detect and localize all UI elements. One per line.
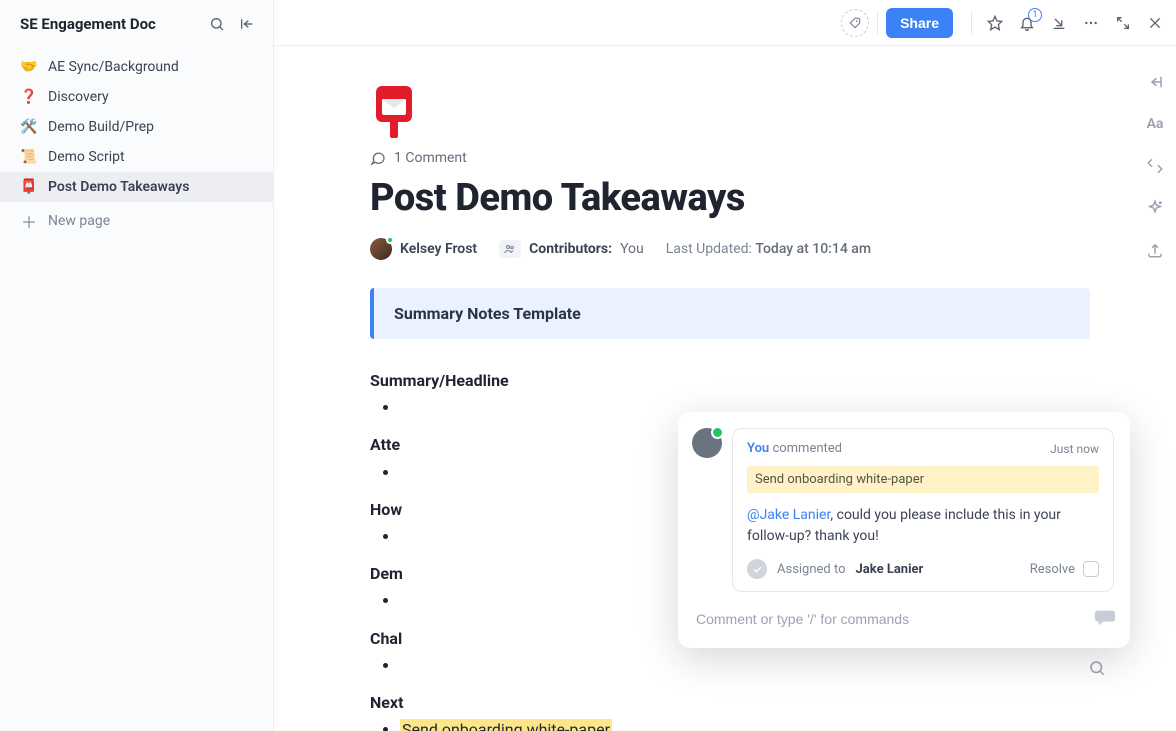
callout-block[interactable]: Summary Notes Template (370, 288, 1090, 339)
sidebar-item-ae-sync[interactable]: 🤝 AE Sync/Background (0, 52, 273, 82)
star-icon[interactable] (986, 14, 1004, 32)
resolve-checkbox[interactable] (1083, 561, 1099, 577)
handshake-icon: 🤝 (20, 59, 38, 75)
new-page-label: New page (48, 213, 110, 229)
comment-author: You (747, 441, 769, 456)
expand-icon[interactable] (1114, 14, 1132, 32)
comment-body: @Jake Lanier, could you please include t… (747, 505, 1099, 547)
page-emoji-postbox[interactable] (370, 86, 418, 138)
assigned-label: Assigned to (777, 562, 846, 577)
assign-check-icon[interactable] (747, 559, 767, 579)
tools-icon: 🛠️ (20, 119, 38, 135)
new-page-button[interactable]: ＋ New page (0, 202, 273, 240)
contributors-label: Contributors: (529, 241, 612, 257)
page-title[interactable]: Post Demo Takeaways (370, 176, 1096, 220)
link-icon[interactable] (1145, 156, 1165, 176)
sidebar-item-label: AE Sync/Background (48, 59, 179, 75)
presence-indicator (386, 236, 394, 244)
collapse-sidebar-icon[interactable] (237, 14, 257, 34)
last-updated: Last Updated: Today at 10:14 am (666, 241, 871, 257)
sidebar-item-discovery[interactable]: ❓ Discovery (0, 82, 273, 112)
question-icon: ❓ (20, 89, 38, 105)
plus-icon: ＋ (20, 209, 38, 233)
sidebar-item-label: Discovery (48, 89, 109, 105)
author-name: Kelsey Frost (400, 241, 477, 257)
send-comment-icon[interactable] (1094, 606, 1116, 632)
indent-icon[interactable] (1145, 72, 1165, 92)
topbar-divider (877, 12, 878, 34)
assignee-name[interactable]: Jake Lanier (856, 562, 924, 577)
updated-label: Last Updated: (666, 241, 752, 257)
sidebar-item-post-demo[interactable]: 📮 Post Demo Takeaways (0, 172, 273, 202)
author-chip[interactable]: Kelsey Frost (370, 238, 477, 260)
upload-icon[interactable] (1145, 240, 1165, 260)
sidebar-item-demo-build[interactable]: 🛠️ Demo Build/Prep (0, 112, 273, 142)
author-avatar (370, 238, 392, 260)
comment-card: You commented Just now Send onboarding w… (732, 428, 1114, 592)
page-search-icon[interactable] (1088, 659, 1106, 681)
list-item[interactable]: Send onboarding white-paper (400, 716, 1096, 731)
doc-title: SE Engagement Doc (20, 15, 156, 33)
scroll-icon: 📜 (20, 149, 38, 165)
sidebar-item-demo-script[interactable]: 📜 Demo Script (0, 142, 273, 172)
sidebar-item-label: Post Demo Takeaways (48, 179, 189, 195)
share-button[interactable]: Share (886, 8, 953, 38)
sparkle-icon[interactable] (1145, 198, 1165, 218)
contributors-value: You (620, 241, 644, 257)
sidebar-item-label: Demo Build/Prep (48, 119, 154, 135)
comment-popup: You commented Just now Send onboarding w… (678, 412, 1130, 648)
search-icon[interactable] (207, 14, 227, 34)
commenter-avatar (692, 428, 722, 458)
notification-badge: 1 (1028, 8, 1042, 22)
more-icon[interactable] (1082, 14, 1100, 32)
close-icon[interactable] (1146, 14, 1164, 32)
sidebar-item-label: Demo Script (48, 149, 125, 165)
comment-time: Just now (1050, 442, 1099, 456)
list-item[interactable] (400, 652, 1096, 679)
contributors-chip[interactable]: Contributors: You (499, 240, 644, 258)
notifications-icon[interactable]: 1 (1018, 14, 1036, 32)
section-heading-summary[interactable]: Summary/Headline (370, 367, 1096, 394)
topbar-divider (971, 12, 972, 34)
tag-button[interactable] (841, 9, 869, 37)
comment-count[interactable]: 1 Comment (370, 150, 1096, 166)
comment-input[interactable] (696, 611, 1084, 627)
postbox-icon: 📮 (20, 179, 38, 195)
section-heading-next[interactable]: Next (370, 689, 1096, 716)
typography-button[interactable]: Aa (1145, 114, 1165, 134)
download-icon[interactable] (1050, 14, 1068, 32)
people-icon (499, 240, 521, 258)
highlighted-text[interactable]: Send onboarding white-paper (400, 719, 612, 731)
comment-quote: Send onboarding white-paper (747, 466, 1099, 493)
user-mention[interactable]: @Jake Lanier (747, 507, 830, 523)
comment-count-label: 1 Comment (394, 150, 467, 166)
updated-time: Today at 10:14 am (755, 241, 871, 257)
comment-action-label: commented (772, 441, 842, 456)
resolve-label[interactable]: Resolve (1030, 562, 1075, 577)
